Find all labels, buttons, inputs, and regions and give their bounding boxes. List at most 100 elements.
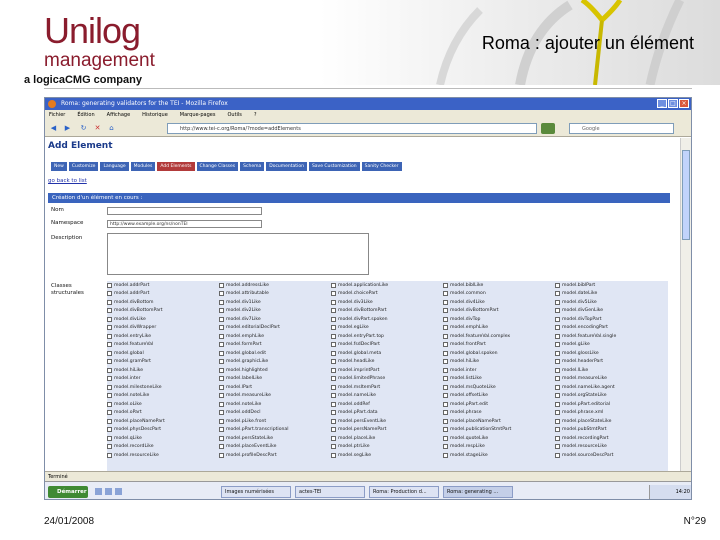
class-checkbox[interactable]: [331, 299, 336, 305]
class-checkbox[interactable]: [555, 418, 560, 424]
class-checkbox[interactable]: [219, 427, 224, 433]
class-checkbox[interactable]: [555, 444, 560, 450]
class-checkbox[interactable]: [555, 308, 560, 314]
class-checkbox[interactable]: [219, 410, 224, 416]
start-button[interactable]: Démarrer: [48, 486, 88, 498]
class-checkbox[interactable]: [107, 359, 112, 365]
class-checkbox[interactable]: [219, 316, 224, 322]
class-checkbox[interactable]: [107, 325, 112, 331]
class-checkbox[interactable]: [331, 350, 336, 356]
reload-icon[interactable]: ↻: [79, 124, 88, 133]
menu-history[interactable]: Historique: [142, 110, 168, 120]
class-checkbox[interactable]: [331, 444, 336, 450]
class-checkbox[interactable]: [555, 410, 560, 416]
tab-customize[interactable]: Customize: [68, 162, 99, 171]
scrollbar-thumb[interactable]: [682, 150, 690, 240]
class-checkbox[interactable]: [331, 325, 336, 331]
taskbar-item[interactable]: Images numérisées: [221, 486, 291, 498]
class-checkbox[interactable]: [443, 418, 448, 424]
name-field[interactable]: [107, 207, 262, 215]
class-checkbox[interactable]: [331, 308, 336, 314]
back-to-list-link[interactable]: go back to list: [48, 178, 87, 184]
class-checkbox[interactable]: [555, 435, 560, 441]
class-checkbox[interactable]: [219, 393, 224, 399]
class-checkbox[interactable]: [331, 376, 336, 382]
class-checkbox[interactable]: [555, 393, 560, 399]
class-checkbox[interactable]: [107, 342, 112, 348]
quicklaunch-icon[interactable]: [105, 488, 112, 495]
class-checkbox[interactable]: [443, 427, 448, 433]
class-checkbox[interactable]: [331, 333, 336, 339]
class-checkbox[interactable]: [443, 367, 448, 373]
class-checkbox[interactable]: [443, 325, 448, 331]
class-checkbox[interactable]: [219, 401, 224, 407]
class-checkbox[interactable]: [443, 452, 448, 458]
class-checkbox[interactable]: [219, 376, 224, 382]
class-checkbox[interactable]: [107, 427, 112, 433]
class-checkbox[interactable]: [555, 291, 560, 297]
class-checkbox[interactable]: [555, 427, 560, 433]
tab-save-customization[interactable]: Save Customization: [308, 162, 360, 171]
quicklaunch-icon[interactable]: [115, 488, 122, 495]
class-checkbox[interactable]: [331, 393, 336, 399]
tab-new[interactable]: New: [51, 162, 67, 171]
class-checkbox[interactable]: [107, 299, 112, 305]
class-checkbox[interactable]: [331, 401, 336, 407]
tab-add-elements[interactable]: Add Elements: [157, 162, 195, 171]
class-checkbox[interactable]: [443, 444, 448, 450]
class-checkbox[interactable]: [555, 325, 560, 331]
class-checkbox[interactable]: [443, 410, 448, 416]
taskbar-item[interactable]: Roma: Production d...: [369, 486, 439, 498]
class-checkbox[interactable]: [219, 342, 224, 348]
menu-file[interactable]: Fichier: [49, 110, 65, 120]
search-input[interactable]: Google: [569, 123, 674, 134]
class-checkbox[interactable]: [443, 393, 448, 399]
class-checkbox[interactable]: [107, 333, 112, 339]
class-checkbox[interactable]: [331, 384, 336, 390]
class-checkbox[interactable]: [443, 376, 448, 382]
class-checkbox[interactable]: [107, 350, 112, 356]
class-checkbox[interactable]: [107, 418, 112, 424]
menu-tools[interactable]: Outils: [227, 110, 241, 120]
class-checkbox[interactable]: [107, 282, 112, 288]
class-checkbox[interactable]: [443, 384, 448, 390]
class-checkbox[interactable]: [331, 342, 336, 348]
class-checkbox[interactable]: [443, 342, 448, 348]
class-checkbox[interactable]: [219, 333, 224, 339]
class-checkbox[interactable]: [107, 393, 112, 399]
go-button[interactable]: [541, 123, 555, 134]
class-checkbox[interactable]: [219, 282, 224, 288]
menu-edit[interactable]: Édition: [77, 110, 94, 120]
class-checkbox[interactable]: [107, 367, 112, 373]
namespace-field[interactable]: http://www.example.org/ns/nonTEI: [107, 220, 262, 228]
class-checkbox[interactable]: [331, 418, 336, 424]
class-checkbox[interactable]: [555, 452, 560, 458]
class-checkbox[interactable]: [555, 367, 560, 373]
class-checkbox[interactable]: [443, 333, 448, 339]
class-checkbox[interactable]: [555, 316, 560, 322]
class-checkbox[interactable]: [443, 299, 448, 305]
class-checkbox[interactable]: [107, 384, 112, 390]
back-arrow-icon[interactable]: ◀: [49, 124, 58, 133]
tab-sanity-checker[interactable]: Sanity Checker: [361, 162, 402, 171]
class-checkbox[interactable]: [107, 308, 112, 314]
close-icon[interactable]: ×: [679, 99, 689, 108]
tab-change-classes[interactable]: Change Classes: [196, 162, 239, 171]
quicklaunch-icon[interactable]: [95, 488, 102, 495]
class-checkbox[interactable]: [219, 299, 224, 305]
class-checkbox[interactable]: [555, 401, 560, 407]
class-checkbox[interactable]: [219, 291, 224, 297]
description-textarea[interactable]: [107, 233, 369, 275]
class-checkbox[interactable]: [443, 435, 448, 441]
class-checkbox[interactable]: [555, 342, 560, 348]
class-checkbox[interactable]: [219, 359, 224, 365]
taskbar-item-active[interactable]: Roma: generating ...: [443, 486, 513, 498]
home-icon[interactable]: ⌂: [107, 124, 116, 133]
class-checkbox[interactable]: [107, 316, 112, 322]
taskbar-item[interactable]: actes-TEI: [295, 486, 365, 498]
class-checkbox[interactable]: [107, 444, 112, 450]
menu-bookmarks[interactable]: Marque-pages: [180, 110, 216, 120]
class-checkbox[interactable]: [555, 299, 560, 305]
tab-documentation[interactable]: Documentation: [266, 162, 307, 171]
class-checkbox[interactable]: [331, 282, 336, 288]
